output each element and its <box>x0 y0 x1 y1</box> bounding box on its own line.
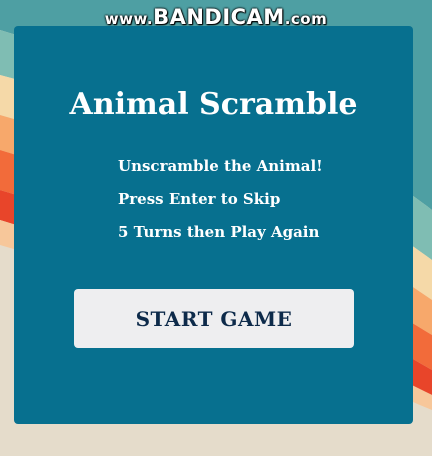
instruction-item: Unscramble the Animal! <box>118 157 323 175</box>
instructions-list: Unscramble the Animal! Press Enter to Sk… <box>118 150 323 249</box>
game-title: Animal Scramble <box>69 87 358 122</box>
game-card: Animal Scramble Unscramble the Animal! P… <box>14 26 413 424</box>
start-game-button[interactable]: START GAME <box>74 289 354 348</box>
instruction-item: 5 Turns then Play Again <box>118 223 320 241</box>
instruction-item: Press Enter to Skip <box>118 190 281 208</box>
